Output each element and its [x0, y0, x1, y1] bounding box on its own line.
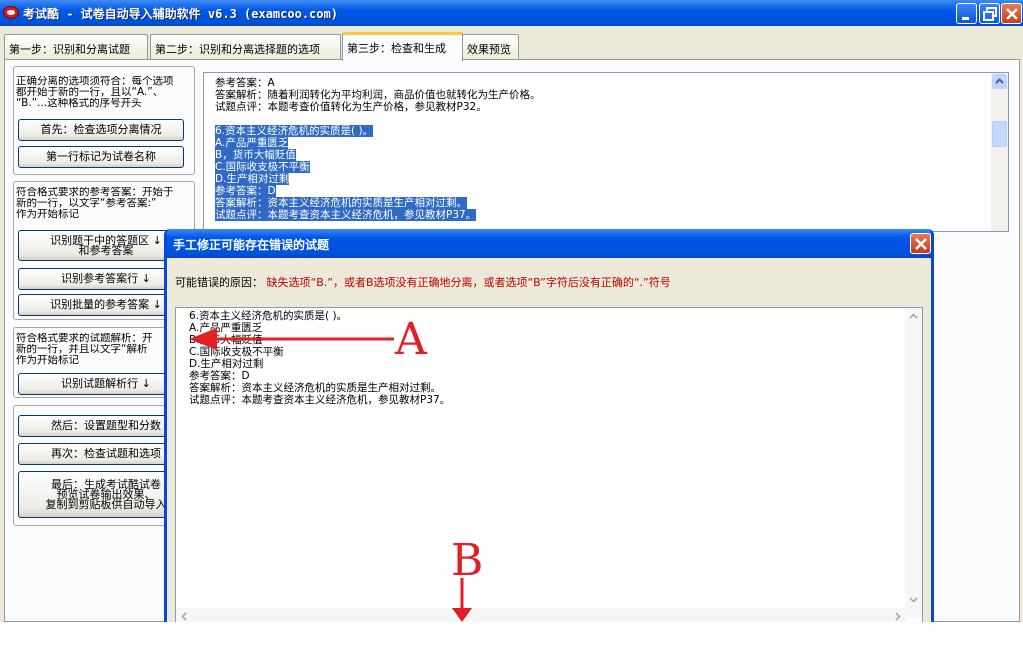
- question-line: A.产品严重匮乏: [189, 322, 263, 334]
- close-button[interactable]: [1001, 3, 1022, 24]
- group-text: 新的一行，并且以文字“解析: [16, 344, 148, 355]
- question-line: C.国际收支极不平衡: [189, 346, 284, 358]
- group-text: “B.”...这种格式的序号开头: [16, 98, 142, 109]
- scroll-thumb[interactable]: [992, 121, 1007, 147]
- group-text: 新的一行，以文字“参考答案:”: [16, 198, 157, 209]
- group-text: 都开始于新的一行，且以“A.”、: [16, 87, 164, 98]
- question-line: B.货币大幅贬值: [189, 334, 263, 346]
- main-text-area[interactable]: 参考答案：A 答案解析：随着利润转化为平均利润，商品价值也就转化为生产价格。 试…: [203, 72, 1009, 232]
- group-text: 符合格式要求的试题解析：开: [16, 333, 153, 344]
- app-logo-icon: [3, 6, 19, 19]
- reason-label: 可能错误的原因：: [175, 276, 263, 289]
- dialog-close-button[interactable]: [910, 233, 931, 254]
- selected-text-line: C.国际收支极不平衡: [215, 161, 310, 173]
- tab-preview[interactable]: 效果预览: [462, 34, 519, 60]
- check-options-button[interactable]: 首先：检查选项分离情况: [18, 119, 184, 141]
- dialog-title: 手工修正可能存在错误的试题: [173, 238, 330, 252]
- title-bar[interactable]: 考试酷 - 试卷自动导入辅助软件 v6.3 (examcoo.com): [0, 0, 1023, 26]
- blank-strip: [0, 622, 1023, 646]
- tab-step1[interactable]: 第一步：识别和分离试题: [4, 34, 148, 60]
- question-line: D.生产相对过剩: [189, 358, 264, 370]
- window-title: 考试酷 - 试卷自动导入辅助软件 v6.3 (examcoo.com): [23, 7, 338, 21]
- selected-text-line: 6.资本主义经济危机的实质是( )。: [215, 125, 374, 137]
- group-text: 正确分离的选项须符合：每个选项: [16, 76, 174, 87]
- option-check-group: 正确分离的选项须符合：每个选项 都开始于新的一行，且以“A.”、 “B.”...…: [13, 66, 195, 175]
- question-line: 试题点评：本题考查资本主义经济危机，参见教材P37。: [189, 394, 451, 406]
- group-text: 作为开始标记: [16, 209, 79, 220]
- mark-title-button[interactable]: 第一行标记为试卷名称: [18, 146, 184, 168]
- restore-icon: [983, 7, 997, 21]
- chevron-down-icon[interactable]: [905, 591, 922, 608]
- minimize-icon: [962, 17, 969, 20]
- tab-step3[interactable]: 第三步：检查和生成: [342, 32, 463, 61]
- selected-text-line: B，货币大幅贬值: [215, 149, 296, 161]
- selected-text-line: 答案解析：资本主义经济危机的实质是生产相对过剩。: [215, 197, 467, 209]
- reason-text: 缺失选项“B.”，或者B选项没有正确地分离，或者选项“B”字符后没有正确的“.”…: [266, 276, 671, 289]
- dialog-title-bar[interactable]: 手工修正可能存在错误的试题: [167, 229, 931, 258]
- selected-text-line: D.生产相对过剩: [215, 173, 290, 185]
- main-vertical-scrollbar[interactable]: [991, 73, 1008, 231]
- selected-text-line: 参考答案：D: [215, 185, 276, 197]
- tab-step2[interactable]: 第二步：识别和分离选择题的选项: [150, 34, 341, 60]
- group-text: 符合格式要求的参考答案：开始于: [16, 187, 174, 198]
- close-icon: [915, 238, 927, 250]
- annotation-arrow-b: [452, 578, 472, 622]
- question-line: 6.资本主义经济危机的实质是( )。: [189, 310, 348, 322]
- restore-button[interactable]: [979, 3, 1000, 24]
- annotation-label-a: A: [395, 314, 427, 365]
- chevron-up-icon[interactable]: [905, 308, 922, 325]
- scroll-up-button[interactable]: [992, 74, 1007, 89]
- selected-text-line: 试题点评：本题考查资本主义经济危机，参见教材P37。: [215, 209, 477, 221]
- text-line: 答案解析：随着利润转化为平均利润，商品价值也就转化为生产价格。: [215, 89, 541, 101]
- selected-text-line: A.产品严重匮乏: [215, 137, 289, 149]
- close-icon: [1006, 8, 1018, 20]
- minimize-button[interactable]: [956, 3, 977, 24]
- question-edit-area[interactable]: 6.资本主义经济危机的实质是( )。 A.产品严重匮乏 B.货币大幅贬值 C.国…: [175, 307, 923, 626]
- question-line: 参考答案：D: [189, 370, 250, 382]
- fix-error-dialog: 手工修正可能存在错误的试题 可能错误的原因： 缺失选项“B.”，或者B选项没有正…: [164, 229, 934, 629]
- dialog-vertical-scrollbar[interactable]: [905, 308, 922, 618]
- text-line: 试题点评：本题考查价值转化为生产价格，参见教材P32。: [215, 101, 487, 113]
- question-line: 答案解析：资本主义经济危机的实质是生产相对过剩。: [189, 382, 441, 394]
- text-line: 参考答案：A: [215, 77, 275, 89]
- chevron-up-icon: [995, 78, 1004, 84]
- error-reason: 可能错误的原因： 缺失选项“B.”，或者B选项没有正确地分离，或者选项“B”字符…: [175, 274, 671, 290]
- group-text: 作为开始标记: [16, 355, 79, 366]
